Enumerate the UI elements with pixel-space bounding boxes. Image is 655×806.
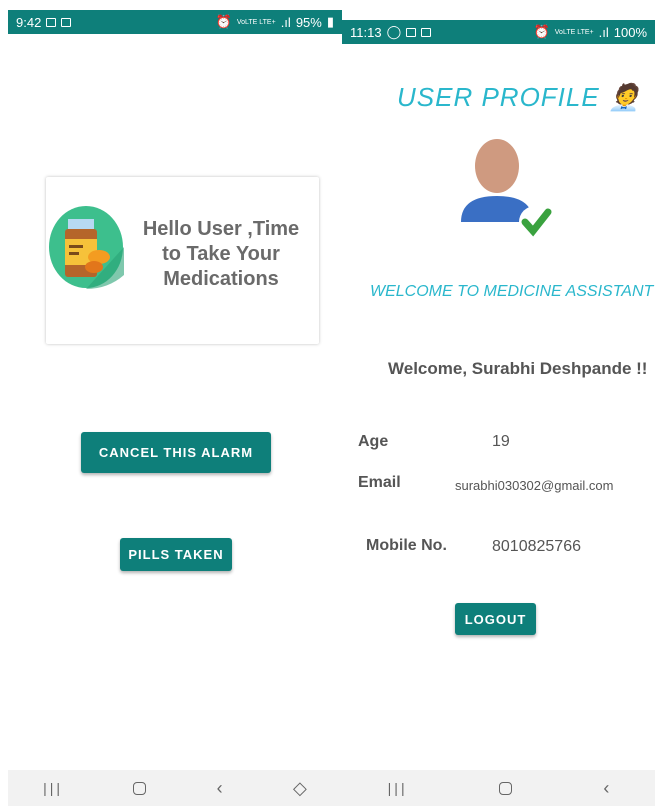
battery-level: 95% (295, 14, 322, 30)
page-title: USER PROFILE 🧑‍💼 (397, 82, 641, 113)
mobile-value: 8010825766 (492, 538, 581, 555)
cancel-alarm-button[interactable]: CANCEL THIS ALARM (81, 432, 271, 473)
medicine-bottle-icon (49, 206, 124, 289)
battery-level: 100% (613, 24, 647, 40)
alarm-icon: ⏰ (533, 24, 550, 39)
laptop-icon (61, 17, 72, 27)
age-value: 19 (492, 433, 510, 450)
alarm-icon: ⏰ (215, 14, 232, 29)
welcome-user-text: Welcome, Surabhi Deshpande !! (388, 359, 648, 378)
age-label: Age (358, 433, 389, 450)
rotate-icon[interactable]: ◇ (293, 778, 307, 799)
battery-icon: ▮ (326, 14, 334, 29)
home-button[interactable] (498, 781, 512, 795)
reminder-card: Hello User ,Time to Take Your Medication… (46, 177, 319, 344)
recent-apps-button[interactable]: ||| (388, 780, 408, 796)
recent-apps-button[interactable]: ||| (43, 780, 63, 796)
logout-button[interactable]: LOGOUT (455, 603, 536, 635)
person-emoji-icon: 🧑‍💼 (607, 82, 642, 112)
status-bar: 11:13 ◯ ⏰ VoLTE LTE+ .ıl 100% (342, 20, 655, 44)
email-label: Email (358, 474, 401, 491)
welcome-app-text: WELCOME TO MEDICINE ASSISTANT (370, 283, 654, 300)
pills-taken-button[interactable]: PILLS TAKEN (120, 538, 232, 571)
user-avatar-icon (461, 139, 552, 238)
email-value: surabhi030302@gmail.com (455, 478, 614, 493)
signal-icon: .ıl (280, 14, 291, 30)
alarm-screen: 9:42 ⏰ VoLTE LTE+ .ıl 95% ▮ Hello User ,… (0, 0, 342, 806)
network-label: VoLTE LTE+ (554, 28, 594, 36)
page-title-text: USER PROFILE (397, 82, 600, 112)
back-button[interactable]: ‹ (603, 778, 609, 799)
photo-icon (406, 27, 417, 37)
back-button[interactable]: ‹ (217, 778, 223, 799)
status-bar: 9:42 ⏰ VoLTE LTE+ .ıl 95% ▮ (8, 10, 342, 34)
profile-screen: 11:13 ◯ ⏰ VoLTE LTE+ .ıl 100% USER PROFI… (342, 0, 655, 806)
reminder-message: Hello User ,Time to Take Your Medication… (142, 218, 300, 290)
network-label: VoLTE LTE+ (236, 18, 276, 26)
home-button[interactable] (133, 781, 147, 795)
navigation-bar: ||| ‹ (342, 770, 655, 806)
photo-icon (46, 17, 57, 27)
clipboard-icon (421, 27, 432, 37)
whatsapp-icon: ◯ (386, 24, 402, 39)
status-time: 11:13 (350, 24, 382, 40)
mobile-label: Mobile No. (366, 537, 447, 554)
signal-icon: .ıl (598, 24, 609, 40)
status-time: 9:42 (16, 14, 42, 30)
navigation-bar: ||| ‹ ◇ (8, 770, 342, 806)
